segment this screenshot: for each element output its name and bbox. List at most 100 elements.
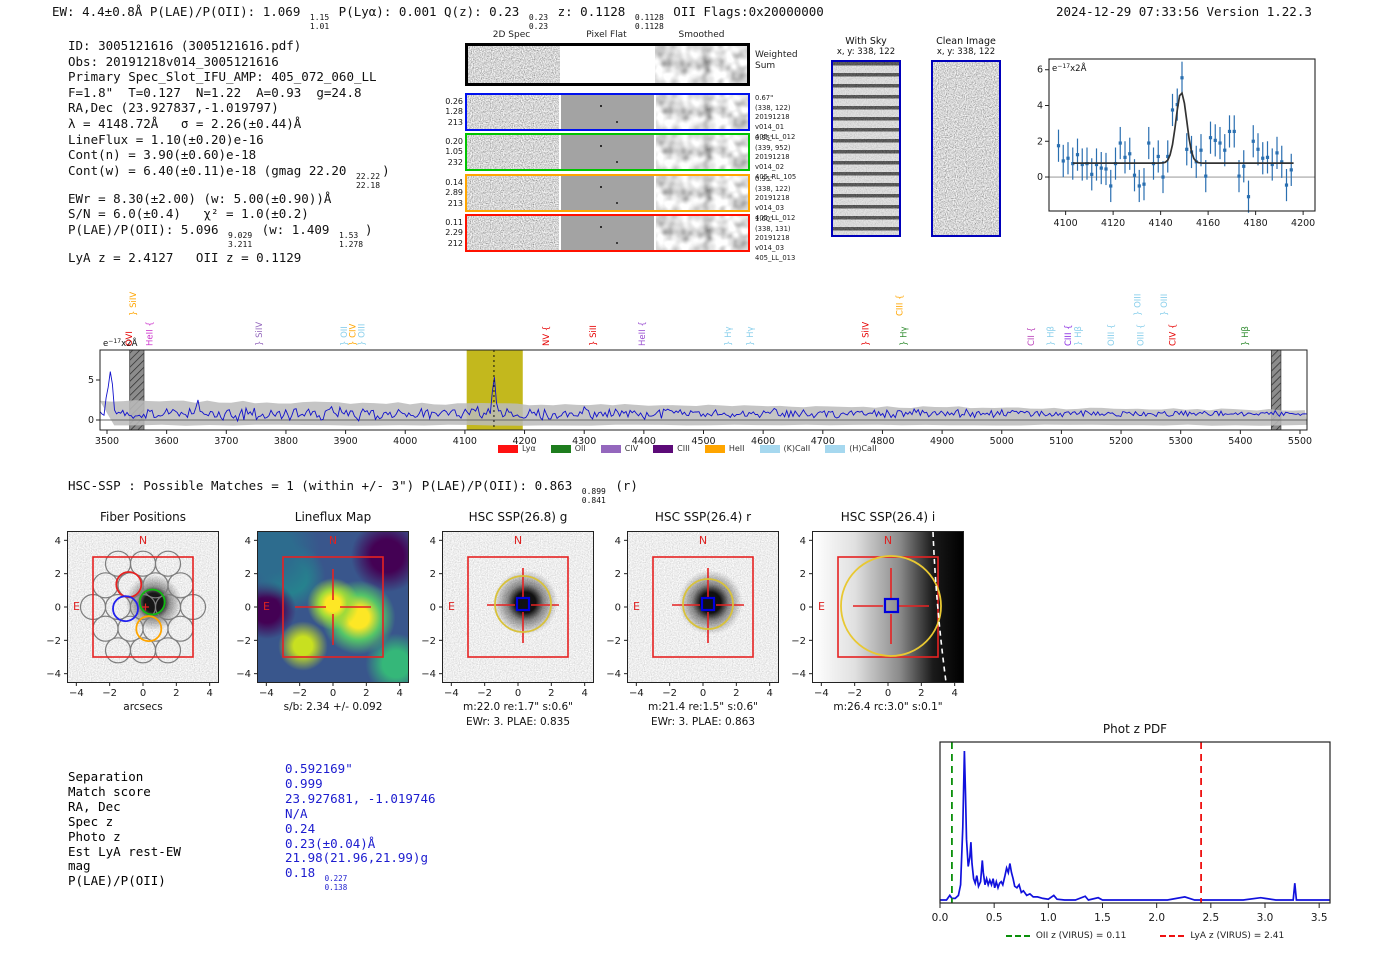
- hsc-i-image: N E: [812, 531, 964, 683]
- match-label: RA, Dec: [68, 798, 121, 814]
- clean-image-coords: x, y: 338, 122: [936, 47, 996, 57]
- svg-text:5300: 5300: [1169, 436, 1193, 447]
- svg-text:2.0: 2.0: [1148, 912, 1165, 924]
- cutout-pixelflat: [561, 95, 654, 129]
- svg-text:} Hβ: } Hβ: [1047, 326, 1057, 346]
- svg-text:} OIII: } OIII: [358, 324, 368, 346]
- svg-text:4140: 4140: [1149, 218, 1173, 229]
- svg-text:3500: 3500: [95, 436, 119, 447]
- svg-text:−2: −2: [847, 688, 862, 699]
- legend-item: CIII: [653, 444, 690, 453]
- match-label: Photo z: [68, 828, 121, 844]
- dashed-line-sample: [1160, 935, 1185, 937]
- svg-text:HeII {: HeII {: [638, 321, 648, 346]
- svg-text:−4: −4: [46, 669, 61, 680]
- compass-east: E: [633, 600, 640, 613]
- compass-east: E: [448, 600, 455, 613]
- match-label: mag: [68, 858, 91, 874]
- hsc-r-image: N E: [627, 531, 779, 683]
- legend-swatch: [498, 444, 518, 453]
- svg-text:−4: −4: [421, 669, 436, 680]
- svg-text:4: 4: [206, 688, 212, 699]
- spec2d-row: [465, 43, 750, 86]
- svg-text:−2: −2: [477, 688, 492, 699]
- svg-text:2: 2: [548, 688, 554, 699]
- svg-text:2: 2: [173, 688, 179, 699]
- svg-text:4: 4: [396, 688, 402, 699]
- col-header-smoothed: Smoothed: [678, 30, 725, 40]
- info-line: F=1.8" T=0.127 N=1.22 A=0.93 g=24.8: [68, 84, 362, 100]
- svg-text:e−17x2Å: e−17x2Å: [1052, 62, 1087, 74]
- detection-info-block: ID: 3005121616 (3005121616.pdf) Obs: 2019…: [68, 38, 390, 265]
- panel-hsc-i: HSC SSP(26.4) i N E −4 −4 −2 −2 0 0 2 2 4 4 m:26.…: [779, 508, 995, 738]
- svg-text:3700: 3700: [214, 436, 238, 447]
- weighted-sum-label: Weighted Sum: [755, 50, 798, 71]
- svg-text:0: 0: [55, 603, 61, 614]
- svg-text:2: 2: [918, 688, 924, 699]
- stacked-fraction: 1.15 1.01: [309, 13, 330, 31]
- legend-swatch: [704, 444, 725, 453]
- svg-text:4: 4: [55, 536, 61, 547]
- svg-text:4: 4: [766, 688, 772, 699]
- match-table-values: 0.592169" 0.999 23.927681, -1.019746 N/A 0.2…: [285, 761, 436, 892]
- svg-text:5: 5: [88, 375, 94, 386]
- svg-text:CIII {: CIII {: [1064, 324, 1074, 346]
- info-line: Obs: 20191218v014_3005121616: [68, 53, 279, 69]
- match-value: 23.927681, -1.019746: [285, 790, 436, 806]
- svg-text:4900: 4900: [930, 436, 954, 447]
- legend-item: (K)CaII: [759, 444, 810, 453]
- legend-label: HeII: [728, 444, 745, 453]
- legend-label: CIII: [677, 444, 690, 453]
- full-spectrum-plot: 3500 3600 3700 3800 3900 4000 4100 4200 4300 4400…: [88, 292, 1312, 447]
- svg-text:−2: −2: [102, 688, 117, 699]
- svg-text:1.5: 1.5: [1094, 912, 1111, 924]
- svg-text:−4: −4: [791, 669, 806, 680]
- legend-label: Lyα: [522, 444, 536, 453]
- panel-title: Fiber Positions: [99, 510, 187, 524]
- svg-text:0: 0: [88, 415, 94, 426]
- svg-text:4: 4: [800, 536, 806, 547]
- with-sky-coords: x, y: 338, 122: [836, 47, 896, 57]
- svg-text:HeII {: HeII {: [145, 321, 155, 346]
- svg-text:} Hγ: } Hγ: [899, 326, 909, 346]
- info-line: RA,Dec (23.927837,-1.019797): [68, 100, 279, 116]
- stacked-fraction: 0.227 0.138: [324, 874, 348, 892]
- svg-text:2: 2: [430, 569, 436, 580]
- info-line: LyA z = 2.4127 OII z = 0.1129: [68, 249, 302, 265]
- info-line: S/N = 6.0(±0.4) χ² = 1.0(±0.2): [68, 206, 309, 222]
- cutout-smoothed: [655, 176, 748, 210]
- cutout-2dspec: [467, 95, 560, 129]
- legend-swatch: [600, 444, 621, 453]
- row-weights-label: 0.20 1.05 232: [445, 137, 463, 167]
- svg-text:5000: 5000: [990, 436, 1014, 447]
- cutout-pixelflat: [561, 135, 654, 169]
- svg-text:0: 0: [800, 603, 806, 614]
- svg-text:} SiIV: } SiIV: [862, 322, 872, 346]
- photz-legend-label: OII z (VIRUS) = 0.11: [1035, 931, 1127, 941]
- svg-text:2: 2: [615, 569, 621, 580]
- with-sky-image: [831, 60, 901, 237]
- spectrum-legend: Lyα OII CIV CIII HeII (K)CaII (H)CaII: [498, 444, 877, 453]
- svg-text:0.5: 0.5: [986, 912, 1003, 924]
- col-header-pixelflat: Pixel Flat: [586, 30, 627, 40]
- compass-east: E: [73, 600, 80, 613]
- legend-label: (H)CaII: [849, 444, 877, 453]
- compass-north: N: [328, 534, 338, 547]
- spec2d-cutout-grid: 2D Spec Pixel Flat Smoothed Weighted Sum …: [443, 30, 843, 262]
- match-label: Separation: [68, 769, 144, 784]
- svg-text:5400: 5400: [1228, 436, 1252, 447]
- match-label: Est LyA rest-EW: [68, 843, 181, 859]
- svg-text:0.0: 0.0: [932, 912, 949, 924]
- svg-text:−4: −4: [259, 688, 274, 699]
- clean-image-title: Clean Image: [936, 36, 996, 47]
- compass-north: N: [883, 534, 893, 547]
- svg-text:3.5: 3.5: [1311, 912, 1328, 924]
- match-label: P(LAE)/P(OII): [68, 873, 166, 889]
- spec2d-row: [465, 214, 750, 252]
- svg-text:3.0: 3.0: [1257, 912, 1274, 924]
- svg-text:−2: −2: [292, 688, 307, 699]
- compass-east: E: [818, 600, 825, 613]
- compass-east: E: [263, 600, 270, 613]
- svg-text:} SiIV: } SiIV: [255, 322, 265, 346]
- stacked-fraction: 0.899 0.841: [581, 487, 606, 505]
